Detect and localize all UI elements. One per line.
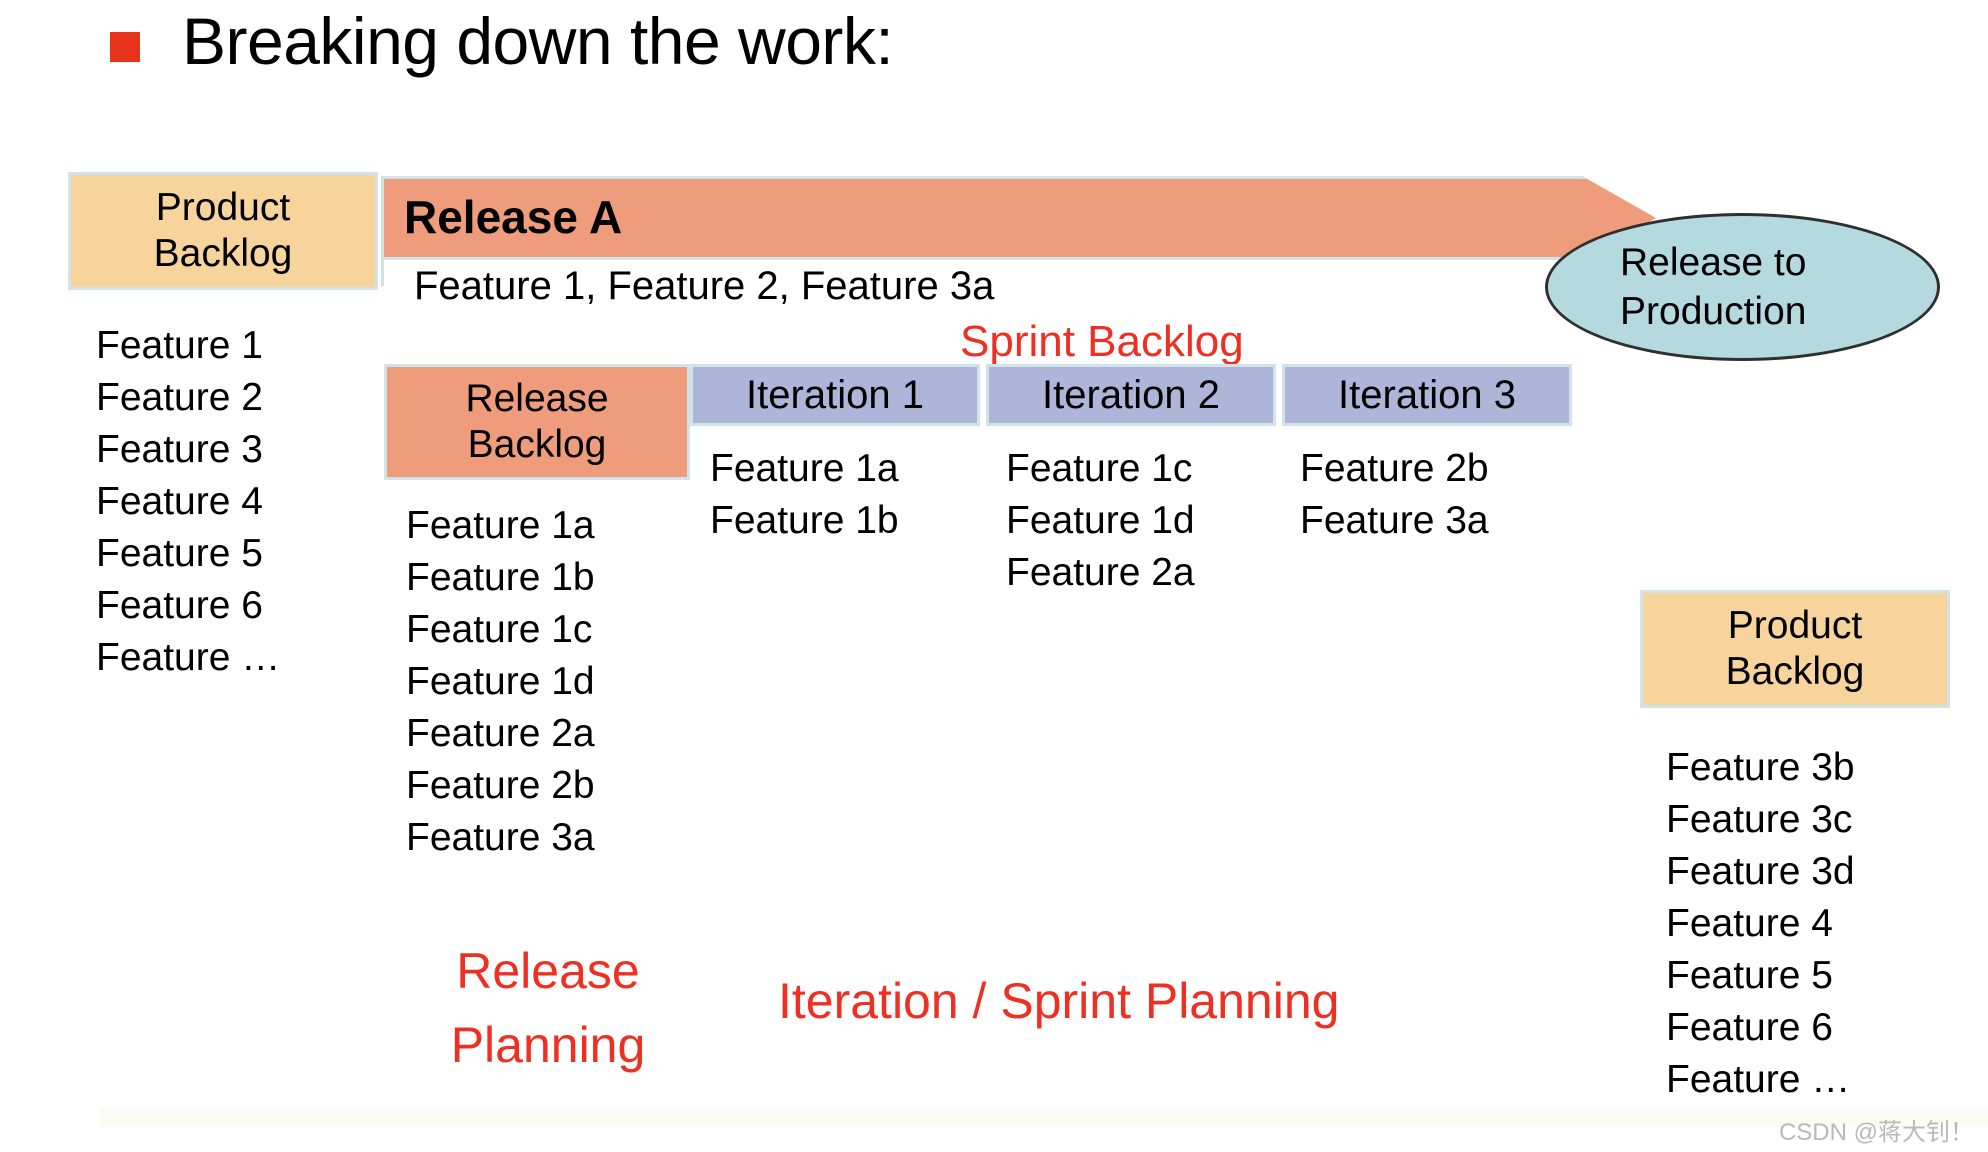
page-title: Breaking down the work:: [110, 2, 894, 80]
list-item: Feature 1b: [710, 499, 899, 542]
release-a-features-line: Feature 1, Feature 2, Feature 3a: [414, 264, 995, 308]
list-item: Feature 1d: [1006, 499, 1195, 542]
list-item: Feature 1c: [406, 608, 593, 651]
product-backlog-left-title-line2: Backlog: [153, 232, 293, 275]
iteration-2-header: Iteration 2: [986, 364, 1276, 426]
list-item: Feature 1d: [406, 660, 595, 703]
release-a-arrow-banner: Release A: [384, 176, 1656, 260]
list-item: Feature 3a: [1300, 499, 1489, 542]
product-backlog-right-title-line2: Backlog: [1725, 650, 1865, 693]
list-item: Feature 1a: [406, 504, 595, 547]
list-item: Feature …: [96, 636, 281, 679]
iteration-2-list: Feature 1c Feature 1d Feature 2a: [1006, 443, 1195, 599]
product-backlog-left-title-line1: Product: [155, 186, 291, 229]
list-item: Feature 4: [1666, 902, 1833, 945]
list-item: Feature 1b: [406, 556, 595, 599]
list-item: Feature 3: [96, 428, 263, 471]
iteration-planning-annotation: Iteration / Sprint Planning: [778, 973, 1340, 1029]
list-item: Feature 1c: [1006, 447, 1193, 490]
page-title-text: Breaking down the work:: [182, 4, 894, 78]
list-item: Feature 2b: [406, 764, 595, 807]
list-item: Feature 5: [1666, 954, 1833, 997]
list-item: Feature 6: [1666, 1006, 1833, 1049]
watermark-band: [100, 1107, 1988, 1127]
list-item: Feature 3d: [1666, 850, 1855, 893]
iteration-1-header: Iteration 1: [690, 364, 980, 426]
list-item: Feature 5: [96, 532, 263, 575]
list-item: Feature 2: [96, 376, 263, 419]
list-item: Feature 1a: [710, 447, 899, 490]
release-planning-line1: Release: [456, 943, 640, 999]
iteration-2-header-label: Iteration 2: [1042, 373, 1220, 417]
product-backlog-right-header: Product Backlog: [1640, 590, 1950, 708]
sprint-backlog-label: Sprint Backlog: [960, 317, 1244, 366]
list-item: Feature 2a: [406, 712, 595, 755]
release-backlog-title-line2: Backlog: [467, 423, 607, 466]
product-backlog-right-title-line1: Product: [1727, 604, 1863, 647]
release-backlog-header: Release Backlog: [384, 364, 690, 480]
release-backlog-list: Feature 1a Feature 1b Feature 1c Feature…: [406, 500, 595, 864]
watermark-text: CSDN @蒋大钊！: [1778, 1119, 1974, 1146]
list-item: Feature 4: [96, 480, 263, 523]
iteration-1-header-label: Iteration 1: [746, 373, 924, 417]
release-planning-line2: Planning: [450, 1017, 646, 1073]
list-item: Feature 2a: [1006, 551, 1195, 594]
iteration-3-list: Feature 2b Feature 3a: [1300, 443, 1489, 547]
iteration-3-header-label: Iteration 3: [1338, 373, 1516, 417]
list-item: Feature …: [1666, 1058, 1851, 1101]
list-item: Feature 1: [96, 324, 263, 367]
release-to-production-ellipse: Release to Production: [1545, 213, 1940, 361]
release-to-production-line2: Production: [1620, 290, 1807, 333]
bullet-square-icon: [110, 32, 140, 62]
release-backlog-title-line1: Release: [465, 377, 609, 420]
list-item: Feature 6: [96, 584, 263, 627]
iteration-1-list: Feature 1a Feature 1b: [710, 443, 899, 547]
list-item: Feature 3a: [406, 816, 595, 859]
list-item: Feature 2b: [1300, 447, 1489, 490]
release-to-production-line1: Release to: [1620, 241, 1807, 284]
list-item: Feature 3b: [1666, 746, 1855, 789]
release-planning-annotation: Release Planning: [428, 934, 668, 1082]
product-backlog-right-list: Feature 3b Feature 3c Feature 3d Feature…: [1666, 742, 1855, 1106]
iteration-3-header: Iteration 3: [1282, 364, 1572, 426]
list-item: Feature 3c: [1666, 798, 1853, 841]
product-backlog-left-header: Product Backlog: [68, 172, 378, 290]
release-a-label: Release A: [404, 190, 623, 243]
product-backlog-left-list: Feature 1 Feature 2 Feature 3 Feature 4 …: [96, 320, 280, 684]
